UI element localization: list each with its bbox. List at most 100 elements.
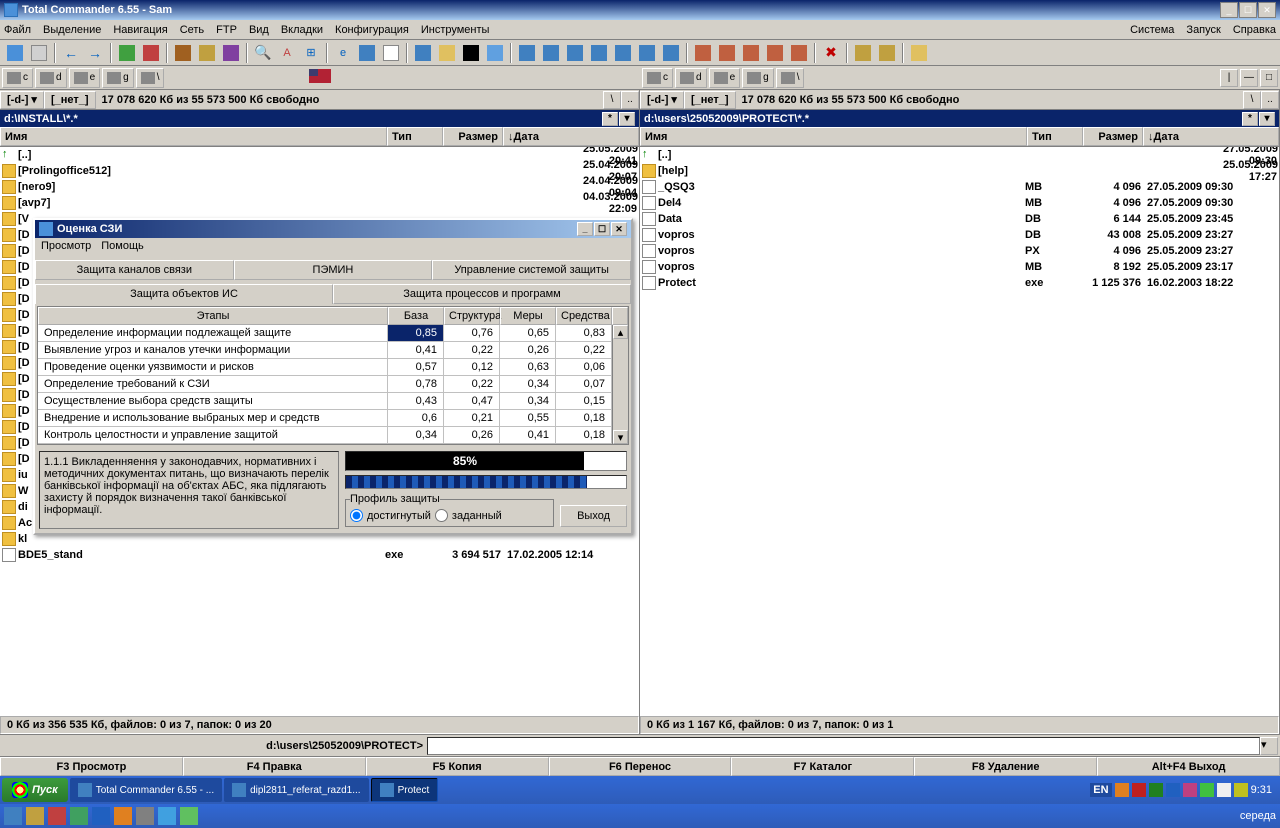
col-type[interactable]: Тип [387, 127, 443, 146]
table-row[interactable]: Осуществление выбора средств защиты0,430… [38, 393, 612, 410]
command-input[interactable] [427, 737, 1260, 755]
up-button-right[interactable]: .. [1261, 91, 1279, 109]
taskbar-item[interactable]: Total Commander 6.55 - ... [70, 778, 222, 802]
g3-icon[interactable] [740, 42, 762, 64]
fkey-button[interactable]: Alt+F4 Выход [1097, 757, 1280, 776]
table-header[interactable]: Меры [500, 307, 556, 325]
taskbar-item[interactable]: dipl2811_referat_razd1... [224, 778, 368, 802]
table-row[interactable]: Определение информации подлежащей защите… [38, 325, 612, 342]
drive-button-g[interactable]: g [102, 68, 134, 88]
table-scrollbar[interactable]: ▴▾ [612, 325, 628, 444]
file-row[interactable]: DataDB6 14425.05.2009 23:45 [640, 211, 1279, 227]
path-drop-right[interactable]: ▾ [1259, 112, 1275, 126]
menu-ftp[interactable]: FTP [216, 24, 237, 36]
menu-справка[interactable]: Справка [1233, 24, 1276, 36]
drive-small-2[interactable]: — [1240, 69, 1258, 87]
f1-icon[interactable] [516, 42, 538, 64]
ql-icon[interactable] [114, 807, 132, 825]
drive-combo-left[interactable]: [-d-] ▾ [0, 91, 44, 109]
current-path-left[interactable]: d:\INSTALL\*.* *▾ [0, 110, 639, 127]
fkey-button[interactable]: F7 Каталог [731, 757, 914, 776]
oe-icon[interactable] [356, 42, 378, 64]
col-size[interactable]: Размер [443, 127, 503, 146]
f2-icon[interactable] [540, 42, 562, 64]
file-row[interactable]: ↑[..]25.05.2009 20:41 [0, 147, 639, 163]
file-row[interactable]: _QSQ3MB4 09627.05.2009 09:30 [640, 179, 1279, 195]
calc-icon[interactable] [436, 42, 458, 64]
close-button[interactable]: ✕ [1258, 2, 1276, 18]
brief-icon[interactable] [28, 42, 50, 64]
dialog-tab[interactable]: Защита объектов ИС [35, 284, 333, 304]
drive-button-c[interactable]: c [642, 68, 673, 88]
h1-icon[interactable] [852, 42, 874, 64]
path-hist-right[interactable]: * [1242, 112, 1258, 126]
minimize-button[interactable]: _ [1220, 2, 1238, 18]
table-header[interactable]: Структура [444, 307, 500, 325]
profile-target-radio[interactable] [435, 509, 448, 522]
root-button-right[interactable]: \ [1243, 91, 1261, 109]
maximize-button[interactable]: ☐ [1239, 2, 1257, 18]
file-row[interactable]: voprosMB8 19225.05.2009 23:17 [640, 259, 1279, 275]
fkey-button[interactable]: F6 Перенос [549, 757, 732, 776]
file-row[interactable]: voprosDB43 00825.05.2009 23:27 [640, 227, 1279, 243]
drive-button-d[interactable]: d [675, 68, 707, 88]
dialog-min-button[interactable]: _ [577, 222, 593, 236]
taskbar-item[interactable]: Protect [371, 778, 439, 802]
drive-button-d[interactable]: d [35, 68, 67, 88]
table-header[interactable]: База [388, 307, 444, 325]
file-row[interactable]: [Prolingoffice512]25.04.2009 20:07 [0, 163, 639, 179]
exit-button[interactable]: Выход [560, 505, 627, 527]
dialog-tab[interactable]: Управление системой защиты [432, 260, 631, 280]
f5-icon[interactable] [612, 42, 634, 64]
cmd-icon[interactable] [460, 42, 482, 64]
drive-button-e[interactable]: e [709, 68, 741, 88]
tool2-icon[interactable] [220, 42, 242, 64]
ql-icon[interactable] [92, 807, 110, 825]
tree-icon[interactable]: ⊞ [300, 42, 322, 64]
file-row[interactable]: BDE5_standexe3 694 51717.02.2005 12:14 [0, 547, 639, 563]
table-row[interactable]: Контроль целостности и управление защито… [38, 427, 612, 444]
drive-button-g[interactable]: g [742, 68, 774, 88]
profile-achieved-radio[interactable] [350, 509, 363, 522]
tray-icon[interactable] [1200, 783, 1214, 797]
table-header[interactable]: Этапы [38, 307, 388, 325]
menu-конфигурация[interactable]: Конфигурация [335, 24, 409, 36]
drive-button-\[interactable]: \ [136, 68, 165, 88]
start-button[interactable]: Пуск [2, 778, 68, 802]
col-size[interactable]: Размер [1083, 127, 1143, 146]
f6-icon[interactable] [636, 42, 658, 64]
ql-icon[interactable] [180, 807, 198, 825]
path-drop-left[interactable]: ▾ [619, 112, 635, 126]
f7-icon[interactable] [660, 42, 682, 64]
f4-icon[interactable] [588, 42, 610, 64]
drive-combo-right[interactable]: [-d-] ▾ [640, 91, 684, 109]
dialog-max-button[interactable]: ☐ [594, 222, 610, 236]
col-name[interactable]: Имя [0, 127, 387, 146]
tray-icon[interactable] [1166, 783, 1180, 797]
notepad-icon[interactable] [380, 42, 402, 64]
command-history-button[interactable]: ▾ [1260, 737, 1278, 755]
dialog-tab[interactable]: Защита каналов связи [35, 260, 234, 280]
lang-indicator[interactable]: EN [1090, 783, 1111, 797]
menu-система[interactable]: Система [1130, 24, 1174, 36]
ql-icon[interactable] [4, 807, 22, 825]
tray-icon[interactable] [1132, 783, 1146, 797]
file-row[interactable]: [help]25.05.2009 17:27 [640, 163, 1279, 179]
dialog-tab[interactable]: ПЭМИН [234, 260, 433, 280]
refresh-icon[interactable] [4, 42, 26, 64]
col-type[interactable]: Тип [1027, 127, 1083, 146]
ql-icon[interactable] [48, 807, 66, 825]
tray-icon[interactable] [1217, 783, 1231, 797]
g2-icon[interactable] [716, 42, 738, 64]
menu-выделение[interactable]: Выделение [43, 24, 101, 36]
fkey-button[interactable]: F8 Удаление [914, 757, 1097, 776]
up-button-left[interactable]: .. [621, 91, 639, 109]
ql-icon[interactable] [136, 807, 154, 825]
search-icon[interactable]: 🔍 [252, 42, 274, 64]
del-icon[interactable]: ✖ [820, 42, 842, 64]
file-row[interactable]: ↑[..]27.05.2009 09:30 [640, 147, 1279, 163]
menu-навигация[interactable]: Навигация [113, 24, 167, 36]
file-row[interactable]: [avp7]04.03.2009 22:09 [0, 195, 639, 211]
fkey-button[interactable]: F3 Просмотр [0, 757, 183, 776]
col-name[interactable]: Имя [640, 127, 1027, 146]
